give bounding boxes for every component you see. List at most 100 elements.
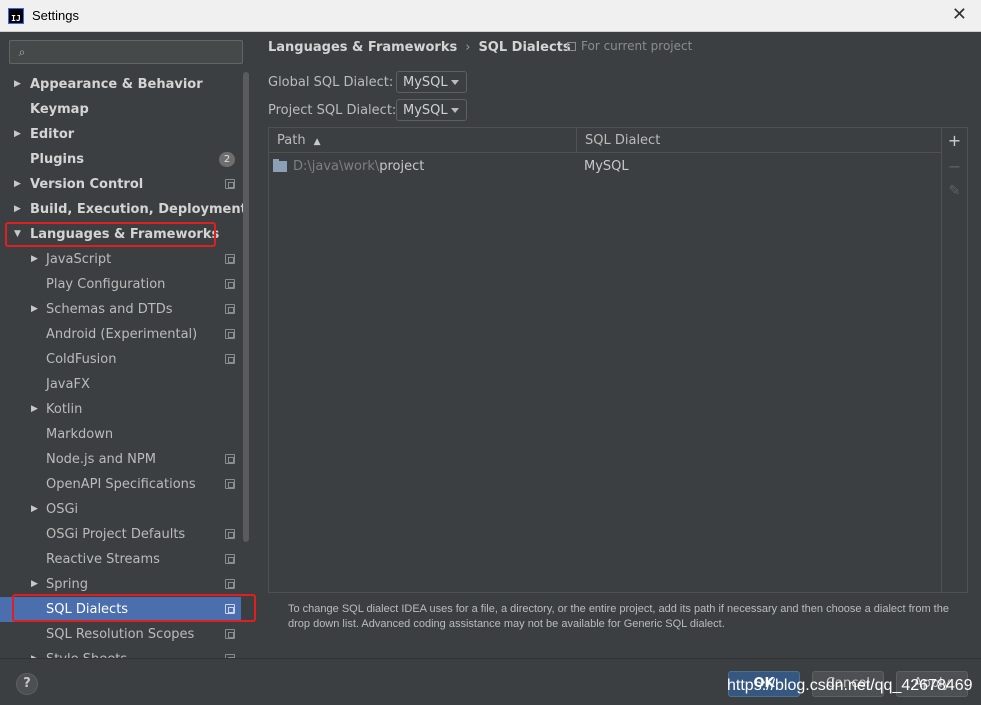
scope-note-text: For current project <box>581 39 693 53</box>
sidebar-item-node-js-and-npm[interactable]: Node.js and NPM <box>0 447 241 472</box>
project-scope-icon <box>225 604 235 614</box>
title-bar: IJ Settings ✕ <box>0 0 981 32</box>
sidebar-item-label: Node.js and NPM <box>46 452 156 467</box>
sidebar-item-osgi-project-defaults[interactable]: OSGi Project Defaults <box>0 522 241 547</box>
sidebar-item-kotlin[interactable]: ▶ Kotlin <box>0 397 241 422</box>
sidebar-item-editor[interactable]: ▶ Editor <box>0 122 241 147</box>
sidebar-item-osgi[interactable]: ▶ OSGi <box>0 497 241 522</box>
chevron-down-icon[interactable]: ▼ <box>14 229 24 239</box>
column-header-dialect[interactable]: SQL Dialect <box>577 128 660 153</box>
dialog-footer: ? OK Cancel Apply https://blog.csdn.net/… <box>0 658 981 705</box>
sidebar-item-label: Kotlin <box>46 402 83 417</box>
sidebar-item-label: Spring <box>46 577 88 592</box>
global-dialect-value: MySQL <box>403 74 448 90</box>
sidebar-item-openapi-specifications[interactable]: OpenAPI Specifications <box>0 472 241 497</box>
sidebar-item-coldfusion[interactable]: ColdFusion <box>0 347 241 372</box>
sidebar-item-label: Play Configuration <box>46 277 166 292</box>
sidebar-item-sql-dialects[interactable]: SQL Dialects <box>0 597 241 622</box>
chevron-down-icon <box>451 80 459 85</box>
project-scope-icon <box>225 279 235 289</box>
settings-tree: ▶ Appearance & Behavior Keymap ▶ Editor Plugi… <box>0 72 247 658</box>
project-scope-icon <box>225 479 235 489</box>
sidebar-item-markdown[interactable]: Markdown <box>0 422 241 447</box>
project-scope-icon <box>567 41 576 51</box>
sidebar-item-javascript[interactable]: ▶ JavaScript <box>0 247 241 272</box>
sidebar-item-label: Markdown <box>46 427 114 442</box>
sidebar-item-keymap[interactable]: Keymap <box>0 97 241 122</box>
breadcrumb-current: SQL Dialects <box>478 39 571 55</box>
project-scope-icon <box>225 454 235 464</box>
window-title: Settings <box>32 8 79 23</box>
sidebar-item-build-execution-deployment[interactable]: ▶ Build, Execution, Deployment <box>0 197 247 222</box>
sidebar-item-style-sheets[interactable]: ▶Style Sheets <box>0 647 241 658</box>
sidebar-item-label: Plugins <box>30 152 84 167</box>
sidebar-item-label: OpenAPI Specifications <box>46 477 196 492</box>
update-count-badge: 2 <box>219 152 235 167</box>
add-icon[interactable]: + <box>942 131 967 150</box>
chevron-right-icon[interactable]: ▶ <box>31 579 41 589</box>
project-scope-icon <box>225 254 235 264</box>
table-cell-path: D:\java\work\ project <box>269 158 577 174</box>
path-name: project <box>379 158 425 174</box>
sidebar-item-label: Keymap <box>30 102 89 117</box>
edit-icon[interactable]: ✎ <box>942 183 967 199</box>
global-dialect-label: Global SQL Dialect: <box>268 74 394 90</box>
project-scope-icon <box>225 629 235 639</box>
column-header-path[interactable]: Path ▲ <box>269 128 577 153</box>
column-header-path-label: Path <box>277 133 306 148</box>
chevron-right-icon[interactable]: ▶ <box>31 254 41 264</box>
watermark-url: https://blog.csdn.net/qq_42678469 <box>727 677 973 694</box>
sidebar-item-label: OSGi Project Defaults <box>46 527 186 542</box>
sidebar-item-label: Reactive Streams <box>46 552 160 567</box>
sidebar-item-schemas-and-dtds[interactable]: ▶ Schemas and DTDs <box>0 297 241 322</box>
chevron-right-icon[interactable]: ▶ <box>31 404 41 414</box>
chevron-right-icon[interactable]: ▶ <box>14 204 24 214</box>
sidebar-item-plugins[interactable]: Plugins 2 <box>0 147 241 172</box>
sidebar-item-label: SQL Dialects <box>46 602 129 617</box>
table-header: Path ▲ SQL Dialect <box>269 128 941 153</box>
help-hint-text: To change SQL dialect IDEA uses for a fi… <box>288 603 949 630</box>
remove-icon[interactable]: − <box>942 157 967 176</box>
project-scope-icon <box>225 579 235 589</box>
sidebar-item-android-experimental[interactable]: Android (Experimental) <box>0 322 241 347</box>
sort-ascending-icon: ▲ <box>313 137 321 147</box>
sidebar-scrollbar[interactable] <box>243 72 249 542</box>
table-cell-dialect[interactable]: MySQL <box>577 159 629 174</box>
global-dialect-select[interactable]: MySQL <box>396 71 467 93</box>
sidebar-item-javafx[interactable]: JavaFX <box>0 372 241 397</box>
chevron-right-icon[interactable]: ▶ <box>14 179 24 189</box>
project-dialect-select[interactable]: MySQL <box>396 99 467 121</box>
sidebar-item-version-control[interactable]: ▶ Version Control <box>0 172 241 197</box>
chevron-right-icon[interactable]: ▶ <box>14 79 24 89</box>
table-row[interactable]: D:\java\work\ project MySQL <box>269 154 941 178</box>
search-input[interactable] <box>34 45 242 59</box>
intellij-app-icon: IJ <box>8 7 24 24</box>
project-scope-icon <box>225 354 235 364</box>
project-scope-icon <box>225 329 235 339</box>
sidebar-item-label: SQL Resolution Scopes <box>46 627 195 642</box>
table-toolbar: + − ✎ <box>942 127 968 593</box>
sidebar-item-sql-resolution-scopes[interactable]: SQL Resolution Scopes <box>0 622 241 647</box>
settings-search[interactable]: ⌕ <box>9 40 243 64</box>
sidebar-item-label: Version Control <box>30 177 144 192</box>
sidebar-item-languages-frameworks[interactable]: ▼ Languages & Frameworks <box>0 222 241 247</box>
chevron-right-icon[interactable]: ▶ <box>31 304 41 314</box>
dialect-mapping-table: Path ▲ SQL Dialect D:\java\work\ project M… <box>268 127 942 593</box>
help-button[interactable]: ? <box>16 673 38 695</box>
chevron-right-icon[interactable]: ▶ <box>14 129 24 139</box>
sidebar-item-spring[interactable]: ▶ Spring <box>0 572 241 597</box>
breadcrumb-parent[interactable]: Languages & Frameworks <box>268 40 457 55</box>
sidebar-item-label: JavaFX <box>46 377 90 392</box>
close-icon[interactable]: ✕ <box>952 5 967 25</box>
project-scope-icon <box>225 529 235 539</box>
sidebar-item-label: ColdFusion <box>46 352 117 367</box>
chevron-right-icon[interactable]: ▶ <box>31 504 41 514</box>
sidebar-item-label: Schemas and DTDs <box>46 302 173 317</box>
sidebar-item-play-configuration[interactable]: Play Configuration <box>0 272 241 297</box>
settings-sidebar: ⌕ ▶ Appearance & Behavior Keymap ▶ Editor Plu… <box>0 32 251 658</box>
sidebar-item-reactive-streams[interactable]: Reactive Streams <box>0 547 241 572</box>
search-icon: ⌕ <box>18 44 26 59</box>
project-scope-icon <box>225 304 235 314</box>
sidebar-item-appearance-behavior[interactable]: ▶ Appearance & Behavior <box>0 72 241 97</box>
chevron-down-icon <box>451 108 459 113</box>
